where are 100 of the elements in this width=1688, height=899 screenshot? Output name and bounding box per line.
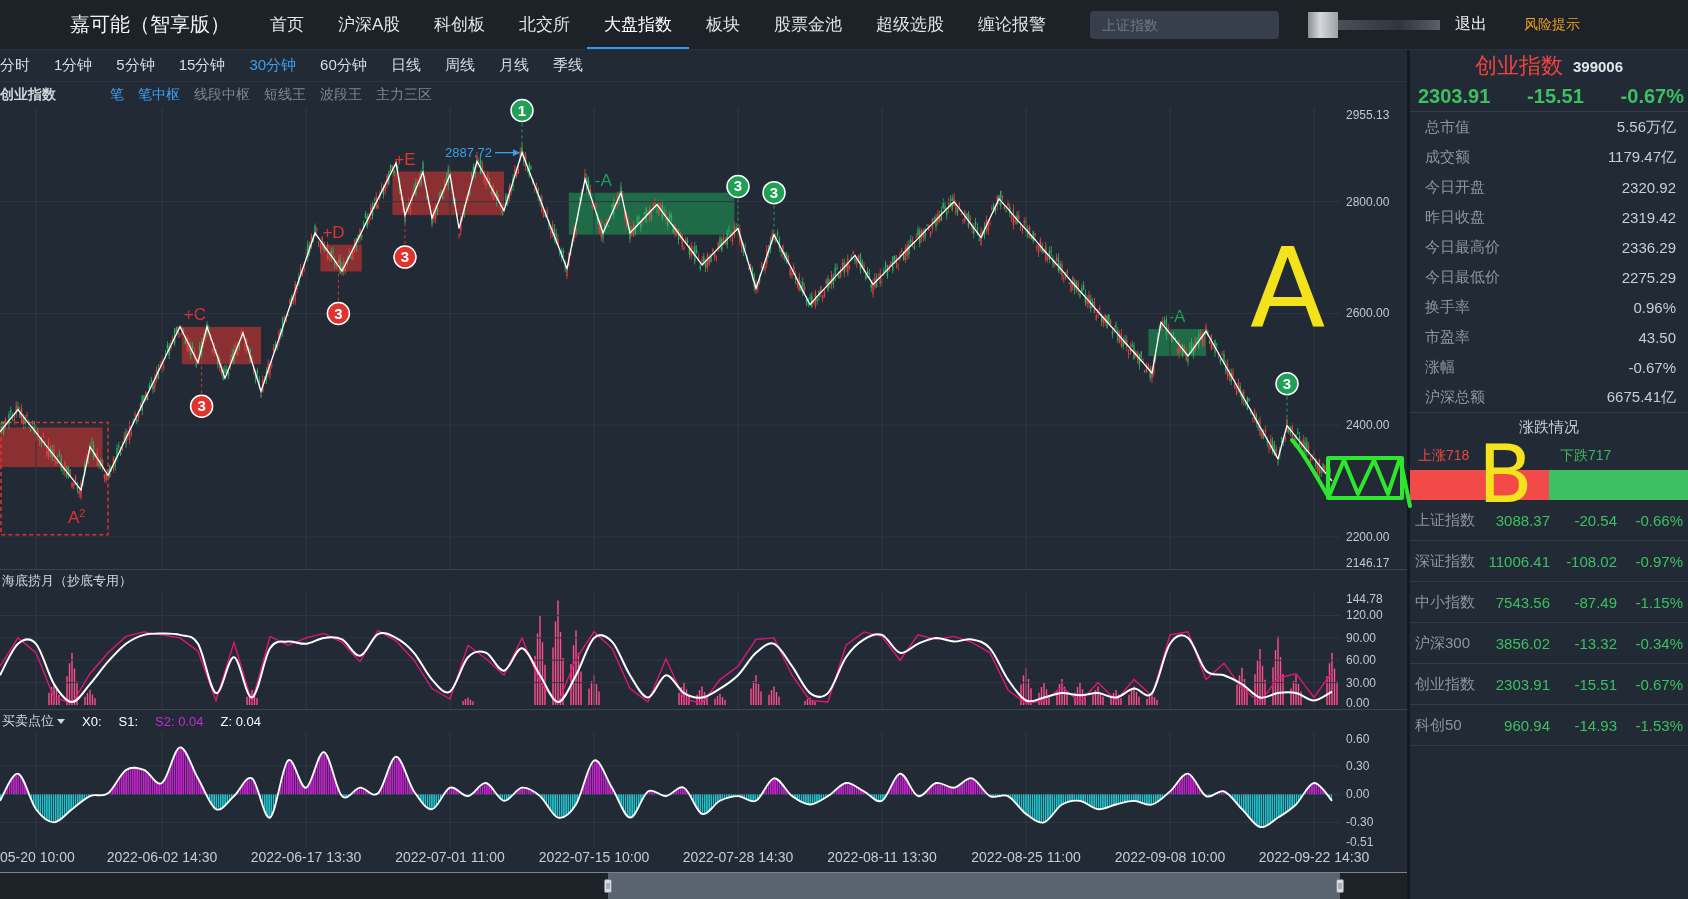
overlay-toggle[interactable]: 主力三区	[376, 85, 432, 104]
marker-stem	[337, 273, 339, 302]
drag-handle-icon[interactable]	[604, 879, 612, 893]
axis-label: 2955.13	[1346, 108, 1390, 122]
period-tab[interactable]: 30分钟	[249, 56, 297, 75]
marker-stem	[521, 122, 523, 151]
axis-label: 0.30	[1346, 759, 1370, 774]
stat-label: 今日最低价	[1425, 267, 1500, 287]
legend-item: S2: 0.04	[155, 713, 204, 729]
decliners-count: 下跌717	[1560, 447, 1613, 465]
logout-link[interactable]: 退出	[1455, 14, 1488, 35]
axis-label: 2600.00	[1346, 306, 1390, 321]
axis-label: 120.00	[1346, 608, 1383, 623]
circled-number: 3	[189, 394, 214, 418]
overlay-toggle[interactable]: 短线王	[264, 85, 306, 104]
period-tab[interactable]: 分时	[0, 56, 30, 75]
indicator-title: 海底捞月（抄底专用）	[2, 572, 132, 590]
app-logo: 嘉可能（智享版）	[70, 12, 231, 37]
period-tab[interactable]: 1分钟	[54, 56, 93, 75]
overlay-toggle[interactable]: 线段中枢	[194, 85, 250, 104]
circled-number: 3	[762, 180, 786, 205]
period-tab[interactable]: 5分钟	[116, 56, 155, 75]
axis-label: 2200.00	[1346, 529, 1390, 544]
stat-label: 涨幅	[1425, 357, 1455, 377]
nav-tab[interactable]: 大盘指数	[587, 0, 690, 49]
legend-item: Z: 0.04	[220, 713, 261, 729]
price-change: -15.51	[1527, 85, 1584, 108]
index-value-cell-text: 7543.56	[1494, 593, 1550, 611]
index-percent-cell-text: -1.15%	[1634, 593, 1683, 611]
handwritten-letter: A	[1250, 240, 1326, 339]
date-label: 2022-07-28 14:30	[682, 849, 794, 865]
marker-stem	[201, 365, 203, 395]
advancers-count: 上涨718	[1418, 447, 1471, 465]
index-change-cell-text: -13.32	[1573, 634, 1617, 652]
index-change-cell-text: -14.93	[1573, 716, 1617, 734]
axis-label: 2146.17	[1346, 556, 1390, 570]
index-change-cell-text: -15.51	[1573, 675, 1617, 693]
axis-label: 30.00	[1346, 675, 1377, 690]
index-percent-cell-text: -1.53%	[1634, 716, 1683, 734]
axis-label: 0.60	[1346, 732, 1370, 746]
index-change-cell-text: -87.49	[1573, 593, 1617, 611]
period-tab[interactable]: 月线	[498, 56, 529, 75]
zone-label: A$^{2}$	[68, 506, 87, 529]
date-label: 05-20 10:00	[0, 849, 75, 865]
nav-tab[interactable]: 缠论报警	[961, 0, 1064, 49]
index-code: 399006	[1572, 57, 1624, 75]
index-value-cell-text: 3856.02	[1494, 634, 1550, 652]
stat-value: 1179.47亿	[1607, 147, 1676, 167]
circled-number: 3	[393, 245, 417, 269]
stat-label: 今日最高价	[1425, 237, 1500, 257]
stat-label: 成交额	[1425, 147, 1470, 167]
last-price: 2303.91	[1418, 85, 1491, 108]
axis-label: 2400.00	[1346, 418, 1390, 433]
circled-number: 3	[326, 301, 351, 326]
overlay-toggle[interactable]: 波段王	[320, 85, 362, 104]
stat-label: 今日开盘	[1425, 177, 1485, 197]
stat-value: 2320.92	[1621, 178, 1676, 196]
axis-label: 0.00	[1346, 696, 1370, 710]
marker-stem	[1286, 395, 1288, 425]
drag-handle-icon[interactable]	[1336, 879, 1344, 893]
nav-tab[interactable]: 科创板	[417, 0, 503, 49]
axis-label: 60.00	[1346, 653, 1377, 668]
period-tab[interactable]: 15分钟	[178, 56, 226, 75]
period-tab[interactable]: 周线	[444, 56, 475, 75]
risk-notice-link[interactable]: 风险提示	[1524, 15, 1581, 34]
date-label: 2022-08-11 13:30	[827, 849, 937, 865]
stat-value: 5.56万亿	[1616, 117, 1676, 137]
zone-label: +C	[183, 304, 206, 324]
indicator-selector[interactable]: 买卖点位	[2, 712, 65, 730]
stat-value: 0.96%	[1633, 298, 1676, 316]
circled-number: 1	[510, 98, 534, 123]
period-tab[interactable]: 60分钟	[320, 56, 367, 75]
nav-tab[interactable]: 首页	[253, 0, 321, 49]
axis-label: 144.78	[1346, 592, 1383, 606]
index-name-cell-text: 沪深300	[1415, 633, 1472, 653]
index-percent-cell-text: -0.97%	[1634, 552, 1683, 570]
overlay-toggle[interactable]: 笔	[110, 85, 124, 104]
caret-icon	[57, 718, 65, 724]
stat-value: -0.67%	[1628, 358, 1676, 376]
legend-item: X0:	[82, 713, 102, 729]
index-name-cell-text: 创业指数	[1415, 674, 1476, 694]
index-name-cell-text: 深证指数	[1415, 551, 1476, 571]
marker-stem	[404, 216, 406, 246]
index-change-cell-text: -108.02	[1565, 552, 1617, 570]
nav-tab[interactable]: 股票金池	[757, 0, 860, 49]
nav-tab[interactable]: 沪深A股	[321, 0, 418, 49]
overlay-toggle[interactable]: 笔中枢	[138, 85, 180, 104]
axis-label: -0.51	[1346, 835, 1374, 849]
index-change-cell-text: -20.54	[1573, 511, 1617, 529]
period-tab[interactable]: 季线	[552, 56, 583, 75]
nav-tab[interactable]: 超级选股	[859, 0, 962, 49]
index-name-cell-text: 上证指数	[1415, 510, 1476, 530]
percent-change: -0.67%	[1620, 85, 1684, 108]
period-tab[interactable]: 日线	[390, 56, 421, 75]
stat-label: 换手率	[1425, 297, 1470, 317]
date-label: 2022-07-15 10:00	[538, 849, 650, 865]
stat-value: 2336.29	[1621, 238, 1676, 256]
nav-tab[interactable]: 板块	[689, 0, 758, 49]
nav-tab[interactable]: 北交所	[502, 0, 588, 49]
date-label: 2022-09-08 10:00	[1114, 849, 1226, 865]
